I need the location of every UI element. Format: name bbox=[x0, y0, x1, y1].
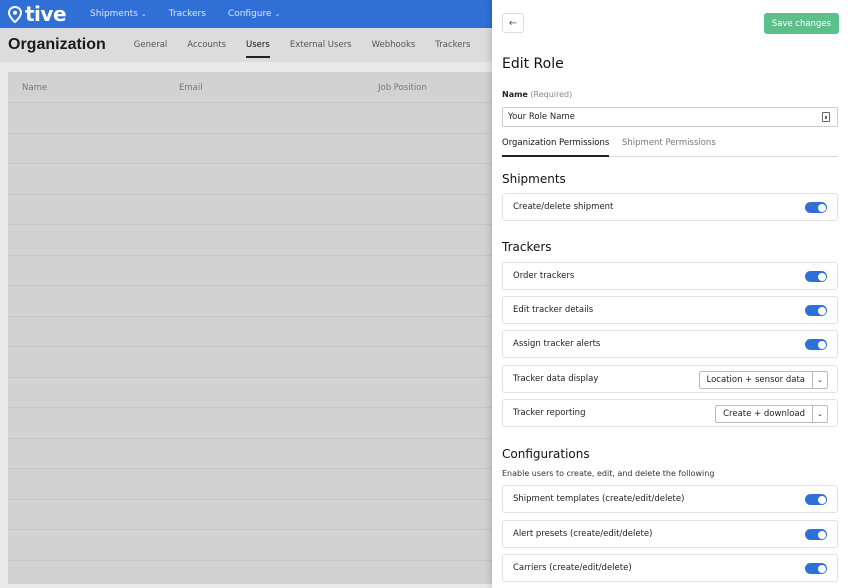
perm-create-delete-shipment: Create/delete shipment bbox=[502, 193, 838, 221]
tab-shipment-permissions[interactable]: Shipment Permissions bbox=[622, 138, 716, 157]
perm-tracker-data-display: Tracker data display Location + sensor d… bbox=[502, 365, 838, 393]
tive-logo[interactable]: tive bbox=[8, 2, 67, 26]
nav-configure[interactable]: Configure ⌄ bbox=[228, 9, 281, 19]
permission-tabs: Organization Permissions Shipment Permis… bbox=[502, 132, 838, 157]
table-row[interactable] bbox=[8, 439, 492, 469]
toggle-switch[interactable] bbox=[805, 563, 827, 574]
nav-configure-label: Configure bbox=[227, 9, 272, 19]
select-value: Location + sensor data bbox=[706, 375, 806, 385]
tab-external-users[interactable]: External Users bbox=[290, 28, 352, 62]
perm-label: Order trackers bbox=[513, 271, 575, 281]
chevron-down-icon: ⌄ bbox=[274, 10, 281, 18]
section-configurations-title: Configurations bbox=[502, 447, 590, 461]
table-row[interactable] bbox=[8, 347, 492, 378]
required-hint: (Required) bbox=[530, 90, 573, 99]
chevron-down-icon: ⌄ bbox=[140, 10, 147, 18]
location-pin-icon bbox=[8, 5, 22, 23]
tab-accounts[interactable]: Accounts bbox=[187, 28, 226, 62]
table-row[interactable] bbox=[8, 317, 492, 347]
perm-label: Assign tracker alerts bbox=[513, 339, 601, 349]
table-row[interactable] bbox=[8, 530, 492, 561]
toggle-switch[interactable] bbox=[805, 202, 827, 213]
perm-label: Alert presets (create/edit/delete) bbox=[513, 529, 653, 539]
nav-shipments[interactable]: Shipments ⌄ bbox=[90, 9, 147, 19]
edit-role-drawer: ← Save changes Edit Role Name (Required)… bbox=[492, 0, 848, 588]
perm-label: Tracker reporting bbox=[513, 408, 586, 418]
chevron-down-icon: ⌄ bbox=[812, 406, 827, 422]
section-configurations-subtitle: Enable users to create, edit, and delete… bbox=[502, 469, 715, 478]
section-shipments-title: Shipments bbox=[502, 172, 566, 186]
table-row[interactable] bbox=[8, 408, 492, 439]
tab-organization-permissions[interactable]: Organization Permissions bbox=[502, 138, 610, 157]
table-row[interactable] bbox=[8, 561, 492, 588]
toggle-switch[interactable] bbox=[805, 494, 827, 505]
perm-label: Tracker data display bbox=[513, 374, 599, 384]
password-manager-icon[interactable] bbox=[822, 112, 830, 122]
table-row[interactable] bbox=[8, 378, 492, 408]
chevron-down-icon: ⌄ bbox=[812, 372, 827, 388]
arrow-left-icon: ← bbox=[508, 17, 518, 29]
table-row[interactable] bbox=[8, 469, 492, 500]
tracker-data-display-select[interactable]: Location + sensor data ⌄ bbox=[698, 371, 828, 389]
table-row[interactable] bbox=[8, 256, 492, 286]
tab-trackers[interactable]: Trackers bbox=[435, 28, 470, 62]
toggle-switch[interactable] bbox=[805, 529, 827, 540]
column-email[interactable]: Email bbox=[179, 83, 203, 93]
table-row[interactable] bbox=[8, 103, 492, 134]
nav-trackers[interactable]: Trackers bbox=[169, 9, 206, 19]
tab-general[interactable]: General bbox=[134, 28, 168, 62]
perm-alert-presets: Alert presets (create/edit/delete) bbox=[502, 520, 838, 548]
perm-tracker-reporting: Tracker reporting Create + download ⌄ bbox=[502, 399, 838, 427]
page-title: Organization bbox=[8, 36, 106, 53]
toggle-switch[interactable] bbox=[805, 305, 827, 316]
column-name[interactable]: Name bbox=[22, 83, 47, 93]
perm-shipment-templates: Shipment templates (create/edit/delete) bbox=[502, 485, 838, 513]
perm-edit-tracker-details: Edit tracker details bbox=[502, 296, 838, 324]
table-row[interactable] bbox=[8, 164, 492, 195]
perm-label: Edit tracker details bbox=[513, 305, 594, 315]
users-table: Name Email Job Position bbox=[8, 72, 492, 584]
perm-assign-tracker-alerts: Assign tracker alerts bbox=[502, 330, 838, 358]
name-label-text: Name bbox=[502, 90, 528, 99]
table-header: Name Email Job Position bbox=[8, 72, 492, 103]
table-row[interactable] bbox=[8, 286, 492, 317]
tab-users[interactable]: Users bbox=[246, 28, 270, 62]
section-trackers-title: Trackers bbox=[502, 240, 552, 254]
perm-order-trackers: Order trackers bbox=[502, 262, 838, 290]
save-changes-button[interactable]: Save changes bbox=[763, 13, 839, 34]
toggle-switch[interactable] bbox=[805, 339, 827, 350]
logo-text: tive bbox=[25, 2, 67, 26]
table-row[interactable] bbox=[8, 225, 492, 256]
perm-label: Shipment templates (create/edit/delete) bbox=[513, 494, 685, 504]
toggle-switch[interactable] bbox=[805, 271, 827, 282]
perm-label: Carriers (create/edit/delete) bbox=[513, 563, 632, 573]
table-row[interactable] bbox=[8, 500, 492, 530]
name-field-label: Name (Required) bbox=[502, 90, 572, 99]
role-name-value: Your Role Name bbox=[508, 112, 575, 122]
back-button[interactable]: ← bbox=[502, 13, 524, 33]
select-value: Create + download bbox=[723, 409, 805, 419]
tab-webhooks[interactable]: Webhooks bbox=[372, 28, 416, 62]
nav-trackers-label: Trackers bbox=[168, 9, 206, 19]
column-job-position[interactable]: Job Position bbox=[378, 83, 427, 93]
role-name-input[interactable]: Your Role Name bbox=[502, 107, 838, 127]
perm-carriers: Carriers (create/edit/delete) bbox=[502, 554, 838, 582]
tracker-reporting-select[interactable]: Create + download ⌄ bbox=[715, 405, 828, 423]
table-row[interactable] bbox=[8, 134, 492, 164]
perm-label: Create/delete shipment bbox=[513, 202, 614, 212]
nav-shipments-label: Shipments bbox=[90, 9, 138, 19]
table-row[interactable] bbox=[8, 195, 492, 225]
drawer-title: Edit Role bbox=[502, 56, 564, 72]
